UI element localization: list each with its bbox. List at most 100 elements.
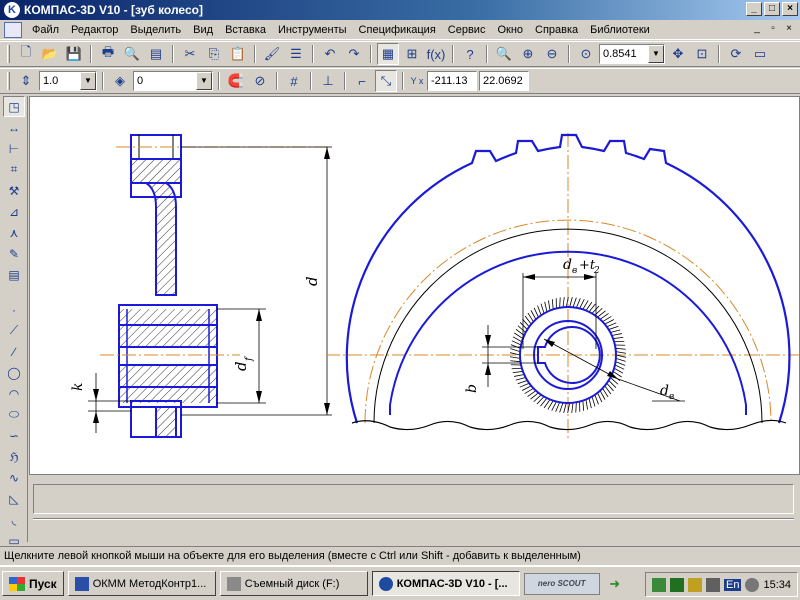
associative-view-icon[interactable]: ✎: [3, 243, 25, 264]
polyline-icon[interactable]: ∿: [3, 467, 25, 488]
selection-icon[interactable]: ⋏: [3, 222, 25, 243]
step-combo[interactable]: 1.0 ▼: [39, 71, 97, 91]
circle-icon[interactable]: ◯: [3, 362, 25, 383]
toolbar-grip[interactable]: [7, 45, 10, 63]
aux-line-icon[interactable]: ⟋: [3, 320, 25, 341]
menu-view[interactable]: Вид: [187, 24, 219, 36]
display-icon[interactable]: ▭: [749, 43, 771, 65]
manager-icon[interactable]: ▤: [145, 43, 167, 65]
menu-specification[interactable]: Спецификация: [353, 24, 442, 36]
toolbar-grip[interactable]: [7, 72, 10, 90]
spec-icon[interactable]: ▤: [3, 264, 25, 285]
taskbar-item-drive[interactable]: Съемный диск (F:): [219, 571, 368, 596]
pan-icon[interactable]: ✥: [667, 43, 689, 65]
tray-shield-icon[interactable]: [688, 577, 702, 592]
parametrization-icon[interactable]: ⚒: [3, 180, 25, 201]
grid-icon[interactable]: #: [283, 70, 305, 92]
ellipse-icon[interactable]: ⬭: [3, 404, 25, 425]
taskbar-item-kompas[interactable]: КОМПАС-3D V10 - [...: [371, 571, 520, 596]
segment-icon[interactable]: ∕: [3, 341, 25, 362]
menu-tools[interactable]: Инструменты: [272, 24, 353, 36]
spline-icon[interactable]: ∽: [3, 425, 25, 446]
open-folder-icon[interactable]: 📂: [39, 43, 61, 65]
menu-file[interactable]: Файл: [26, 24, 65, 36]
dimensions-icon[interactable]: ↔: [3, 117, 25, 138]
zoom-in-icon[interactable]: ⊕: [517, 43, 539, 65]
doc-minimize-button[interactable]: _: [750, 23, 764, 36]
taskbar-item-word[interactable]: ОКММ МетодКонтр1...: [67, 571, 216, 596]
new-document-icon[interactable]: 🗋: [15, 43, 37, 65]
zoom-combo[interactable]: 0.8541 ▼: [599, 44, 665, 64]
kompas-logo-icon: K: [4, 2, 20, 18]
chevron-down-icon[interactable]: ▼: [196, 72, 212, 90]
designations-icon[interactable]: ⊢: [3, 138, 25, 159]
cut-icon[interactable]: ✂: [179, 43, 201, 65]
point-icon[interactable]: ·: [3, 299, 25, 320]
coord-y-field[interactable]: 22.0692: [479, 71, 529, 91]
maximize-button[interactable]: □: [764, 2, 780, 16]
print-icon[interactable]: 🖶: [97, 43, 119, 65]
knurl-tick: [514, 374, 525, 377]
menu-window[interactable]: Окно: [491, 24, 529, 36]
help-pointer-icon[interactable]: ?: [459, 43, 481, 65]
minimize-button[interactable]: _: [746, 2, 762, 16]
paste-icon[interactable]: 📋: [227, 43, 249, 65]
fx-button[interactable]: f(x): [425, 43, 447, 65]
go-arrow-icon[interactable]: ➜: [604, 573, 626, 595]
snap-local-icon[interactable]: ⊘: [249, 70, 271, 92]
nero-scout-widget[interactable]: nero SCOUT: [523, 572, 600, 595]
chamfer-icon[interactable]: ◺: [3, 488, 25, 509]
chevron-down-icon[interactable]: ▼: [80, 72, 96, 90]
round-coords-icon[interactable]: ⤡: [375, 70, 397, 92]
tray-app-icon[interactable]: [652, 577, 666, 592]
layer-combo[interactable]: 0 ▼: [133, 71, 213, 91]
tray-speaker-icon[interactable]: [745, 577, 760, 592]
chevron-down-icon[interactable]: ▼: [648, 45, 664, 63]
save-icon[interactable]: 💾: [63, 43, 85, 65]
taskbar: Пуск ОКММ МетодКонтр1... Съемный диск (F…: [0, 565, 800, 600]
properties-field[interactable]: [33, 484, 794, 514]
menu-insert[interactable]: Вставка: [219, 24, 272, 36]
menu-help[interactable]: Справка: [529, 24, 584, 36]
snap-magnet-icon[interactable]: 🧲: [225, 70, 247, 92]
layers-icon[interactable]: ◈: [109, 70, 131, 92]
undo-icon[interactable]: ↶: [319, 43, 341, 65]
doc-restore-button[interactable]: ▫: [766, 23, 780, 36]
copy-icon[interactable]: ⎘: [203, 43, 225, 65]
zoom-scale-icon[interactable]: ⊙: [575, 43, 597, 65]
redo-icon[interactable]: ↷: [343, 43, 365, 65]
measure-icon[interactable]: ⊿: [3, 201, 25, 222]
doc-close-button[interactable]: ×: [782, 23, 796, 36]
bezier-icon[interactable]: ℌ: [3, 446, 25, 467]
coord-x-field[interactable]: -211.13: [427, 71, 477, 91]
layer-manager-icon[interactable]: ▦: [377, 43, 399, 65]
ortho-icon[interactable]: ⌐: [351, 70, 373, 92]
menu-edit[interactable]: Редактор: [65, 24, 124, 36]
menu-service[interactable]: Сервис: [442, 24, 492, 36]
cursor-step-icon[interactable]: ⇕: [15, 70, 37, 92]
show-all-icon[interactable]: ⊡: [691, 43, 713, 65]
zoom-icon[interactable]: 🔍: [493, 43, 515, 65]
knurl-tick: [551, 299, 554, 310]
editing-icon[interactable]: ⌗: [3, 159, 25, 180]
start-button[interactable]: Пуск: [2, 571, 64, 596]
format-brush-icon[interactable]: 🖌: [261, 43, 283, 65]
menu-select[interactable]: Выделить: [124, 24, 187, 36]
zoom-out-icon[interactable]: ⊖: [541, 43, 563, 65]
properties-icon[interactable]: ☰: [285, 43, 307, 65]
document-icon[interactable]: [4, 21, 22, 38]
language-indicator[interactable]: En: [724, 578, 742, 591]
knurl-tick: [544, 301, 548, 312]
tray-bug-icon[interactable]: [670, 577, 684, 592]
arc-icon[interactable]: ◠: [3, 383, 25, 404]
tray-network-icon[interactable]: [706, 577, 720, 592]
close-button[interactable]: ×: [782, 2, 798, 16]
preview-icon[interactable]: 🔍: [121, 43, 143, 65]
local-cs-icon[interactable]: ⊥: [317, 70, 339, 92]
drawing-canvas[interactable]: d d f k d в +t 2 b d в: [29, 96, 800, 475]
geometry-icon[interactable]: ◳: [3, 96, 25, 117]
variables-icon[interactable]: ⊞: [401, 43, 423, 65]
fillet-icon[interactable]: ◟: [3, 509, 25, 530]
menu-libraries[interactable]: Библиотеки: [584, 24, 656, 36]
refresh-icon[interactable]: ⟳: [725, 43, 747, 65]
